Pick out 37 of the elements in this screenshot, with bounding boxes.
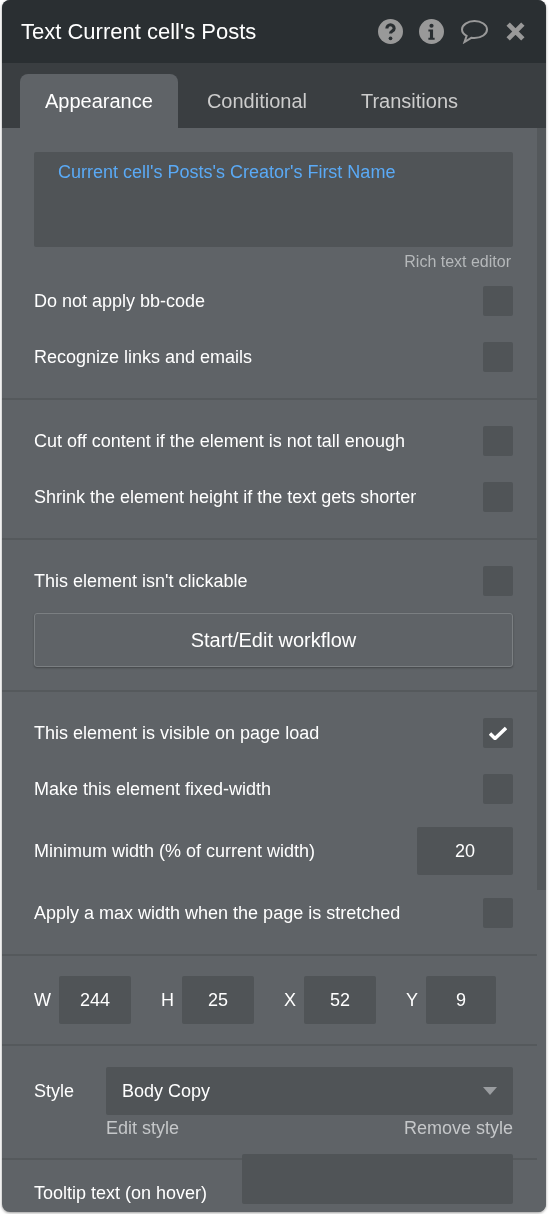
field-label: Tooltip text (on hover) (34, 1183, 209, 1204)
field-label: Style (34, 1080, 76, 1102)
number-field[interactable]: 25 (182, 976, 254, 1024)
caret-icon (483, 1087, 497, 1095)
checkbox-label: Cut off content if the element is not tall enough (34, 430, 405, 452)
checkbox-label: This element is visible on page load (34, 722, 320, 744)
number-field[interactable]: 244 (59, 976, 131, 1024)
checkbox-label: Shrink the element height if the text gets shorter (34, 486, 417, 508)
style-link[interactable]: Edit style (106, 1118, 180, 1139)
style-link[interactable]: Remove style (403, 1118, 513, 1139)
checkbox-label: Make this element fixed-width (34, 778, 272, 800)
checkbox-label: Recognize links and emails (34, 346, 253, 368)
number-field[interactable]: 20 (417, 827, 513, 875)
info-icon[interactable] (419, 19, 444, 44)
window-title: Text Current cell's Posts (21, 18, 258, 45)
dropdown-value: Body Copy (122, 1080, 211, 1102)
workflow-button[interactable]: Start/Edit workflow (34, 613, 513, 667)
field-label: Minimum width (% of current width) (34, 840, 316, 862)
help-icon[interactable] (378, 19, 403, 44)
close-icon[interactable] (505, 21, 526, 42)
number-field[interactable]: 52 (304, 976, 376, 1024)
checkmark-icon (489, 726, 507, 740)
checkbox-label: This element isn't clickable (34, 570, 248, 592)
field-label: W (34, 989, 51, 1011)
style-dropdown[interactable]: Body Copy (106, 1067, 513, 1115)
number-field[interactable]: 9 (426, 976, 497, 1024)
scrollbar[interactable] (537, 128, 546, 1212)
tab[interactable]: Conditional (181, 74, 332, 128)
field-label: Y (406, 989, 419, 1011)
tab[interactable]: Transitions (335, 74, 484, 128)
checkbox-label: Apply a max width when the page is stretched (34, 902, 401, 924)
comment-icon[interactable] (460, 19, 489, 44)
field-label: H (161, 989, 174, 1011)
checkbox[interactable] (483, 718, 513, 748)
tab[interactable]: Appearance (20, 74, 178, 128)
checkbox-label: Do not apply bb-code (34, 290, 206, 312)
field-label: X (284, 989, 296, 1011)
